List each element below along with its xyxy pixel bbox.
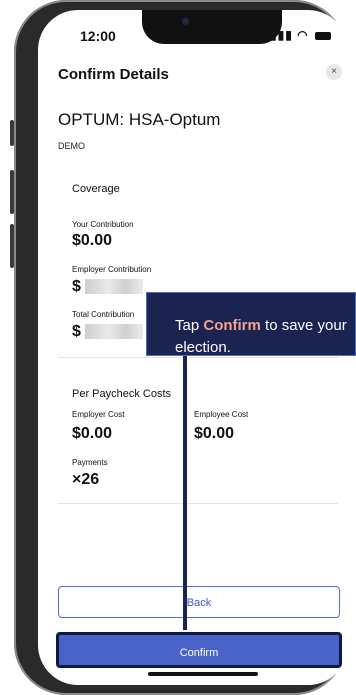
back-button[interactable]: Back <box>58 586 340 618</box>
close-button[interactable]: × <box>326 64 342 80</box>
mute-switch <box>10 120 14 146</box>
employer-cost-value: $0.00 <box>72 425 113 442</box>
total-contribution-label: Total Contribution <box>72 310 135 319</box>
volume-up-button <box>10 170 14 214</box>
your-contribution-value: $0.00 <box>72 232 113 249</box>
callout-pointer-line <box>183 356 187 630</box>
employer-cost-label: Employer Cost <box>72 410 125 419</box>
callout-text-emphasis: Confirm <box>203 317 261 334</box>
total-contribution-currency: $ <box>72 323 81 340</box>
employer-contribution-label: Employer Contribution <box>72 265 152 274</box>
employee-cost-label: Employee Cost <box>194 410 249 419</box>
confirm-button[interactable]: Confirm <box>56 632 342 668</box>
employee-cost-value: $0.00 <box>194 425 235 442</box>
total-contribution-value: $ <box>72 323 143 341</box>
wifi-icon: ◠ <box>297 28 309 42</box>
plan-name: OPTUM: HSA-Optum <box>58 110 221 129</box>
close-icon: × <box>331 66 337 77</box>
payments-value: ×26 <box>72 471 100 488</box>
coverage-section-title: Coverage <box>72 183 120 195</box>
battery-icon <box>314 31 331 40</box>
paycheck-section-title: Per Paycheck Costs <box>72 388 172 400</box>
tutorial-callout: Tap Confirm to save your election. <box>146 292 356 356</box>
your-contribution-label: Your Contribution <box>72 220 134 229</box>
status-time: 12:00 <box>80 28 116 44</box>
section-divider <box>58 503 338 504</box>
page-title: Confirm Details <box>58 66 169 83</box>
status-icons: ▮▮▮ ◠ <box>270 28 331 42</box>
callout-text-pre: Tap <box>175 317 204 334</box>
home-indicator <box>148 672 258 676</box>
payments-label: Payments <box>72 458 108 467</box>
plan-subtitle: DEMO <box>58 141 85 151</box>
volume-down-button <box>10 224 14 268</box>
front-camera <box>182 18 189 25</box>
employer-contribution-currency: $ <box>72 278 81 295</box>
employer-contribution-value: $ <box>72 278 143 296</box>
notch <box>142 10 282 44</box>
redacted-amount <box>84 324 143 340</box>
signal-icon: ▮▮▮ <box>270 28 293 42</box>
redacted-amount <box>84 279 143 295</box>
